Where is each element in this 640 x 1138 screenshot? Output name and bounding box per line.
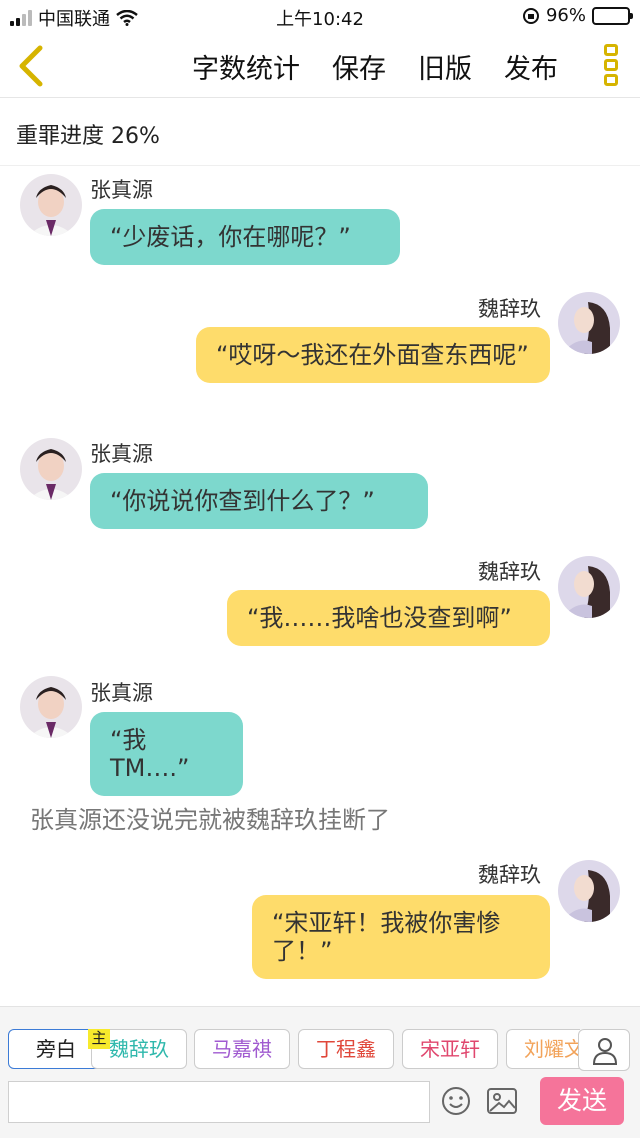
message-bubble[interactable]: “宋亚轩！我被你害惨了！” xyxy=(252,895,550,979)
status-bar: 中国联通 上午10:42 96% xyxy=(0,0,640,34)
orientation-lock-icon xyxy=(522,7,539,24)
emoji-icon[interactable] xyxy=(440,1085,472,1117)
composer-panel: 旁白 魏辞玖 马嘉祺 丁程鑫 宋亚轩 刘耀文 主 发送 xyxy=(0,1006,640,1138)
avatar-wei[interactable] xyxy=(558,860,620,922)
avatar-wei[interactable] xyxy=(558,292,620,354)
image-icon[interactable] xyxy=(486,1086,518,1116)
character-chip-ma[interactable]: 马嘉祺 xyxy=(194,1029,290,1069)
message-bubble[interactable]: “我……我啥也没查到啊” xyxy=(227,590,550,646)
character-chip-liu[interactable]: 刘耀文 xyxy=(506,1029,580,1069)
user-icon xyxy=(592,1038,618,1065)
publish-button[interactable]: 发布 xyxy=(504,47,558,86)
send-button[interactable]: 发送 xyxy=(540,1077,624,1125)
message-bubble[interactable]: “少废话，你在哪呢？” xyxy=(90,209,400,265)
progress-row: 重罪进度 26% xyxy=(0,98,640,166)
message-input[interactable] xyxy=(8,1081,430,1123)
chat-editor-screen: 中国联通 上午10:42 96% 字数统计 保存 旧版 发布 重罪进度 26% … xyxy=(0,0,640,1138)
more-menu-icon[interactable] xyxy=(602,44,620,90)
message-bubble[interactable]: “你说说你查到什么了？” xyxy=(90,473,428,529)
narration-text[interactable]: 张真源还没说完就被魏辞玖挂断了 xyxy=(30,800,390,835)
message-bubble[interactable]: “哎呀～我还在外面查东西呢” xyxy=(196,327,550,383)
speaker-name: 魏辞玖 xyxy=(478,863,541,887)
avatar-zhang[interactable] xyxy=(20,438,82,500)
message-bubble[interactable]: “我 TM….” xyxy=(90,712,243,796)
character-selector: 旁白 魏辞玖 马嘉祺 丁程鑫 宋亚轩 刘耀文 主 xyxy=(8,1029,580,1069)
nav-bar: 字数统计 保存 旧版 发布 xyxy=(0,34,640,98)
character-chip-song[interactable]: 宋亚轩 xyxy=(402,1029,498,1069)
speaker-name: 魏辞玖 xyxy=(478,297,541,321)
speaker-name: 魏辞玖 xyxy=(478,560,541,584)
avatar-zhang[interactable] xyxy=(20,676,82,738)
main-character-badge: 主 xyxy=(88,1029,110,1049)
character-chip-ding[interactable]: 丁程鑫 xyxy=(298,1029,394,1069)
avatar-zhang[interactable] xyxy=(20,174,82,236)
speaker-name: 张真源 xyxy=(90,681,153,705)
word-count-button[interactable]: 字数统计 xyxy=(192,47,300,86)
progress-label: 重罪进度 26% xyxy=(16,124,160,149)
avatar-wei[interactable] xyxy=(558,556,620,618)
back-chevron-icon[interactable] xyxy=(14,44,50,88)
save-button[interactable]: 保存 xyxy=(332,47,386,86)
speaker-name: 张真源 xyxy=(90,178,153,202)
speaker-name: 张真源 xyxy=(90,442,153,466)
chat-area[interactable]: 张真源 “少废话，你在哪呢？” 魏辞玖 “哎呀～我还在外面查东西呢” 张真源 “… xyxy=(0,166,640,1006)
old-version-button[interactable]: 旧版 xyxy=(418,47,472,86)
battery-icon xyxy=(592,6,633,25)
add-character-button[interactable] xyxy=(578,1029,630,1071)
battery-percent: 96% xyxy=(545,5,586,26)
